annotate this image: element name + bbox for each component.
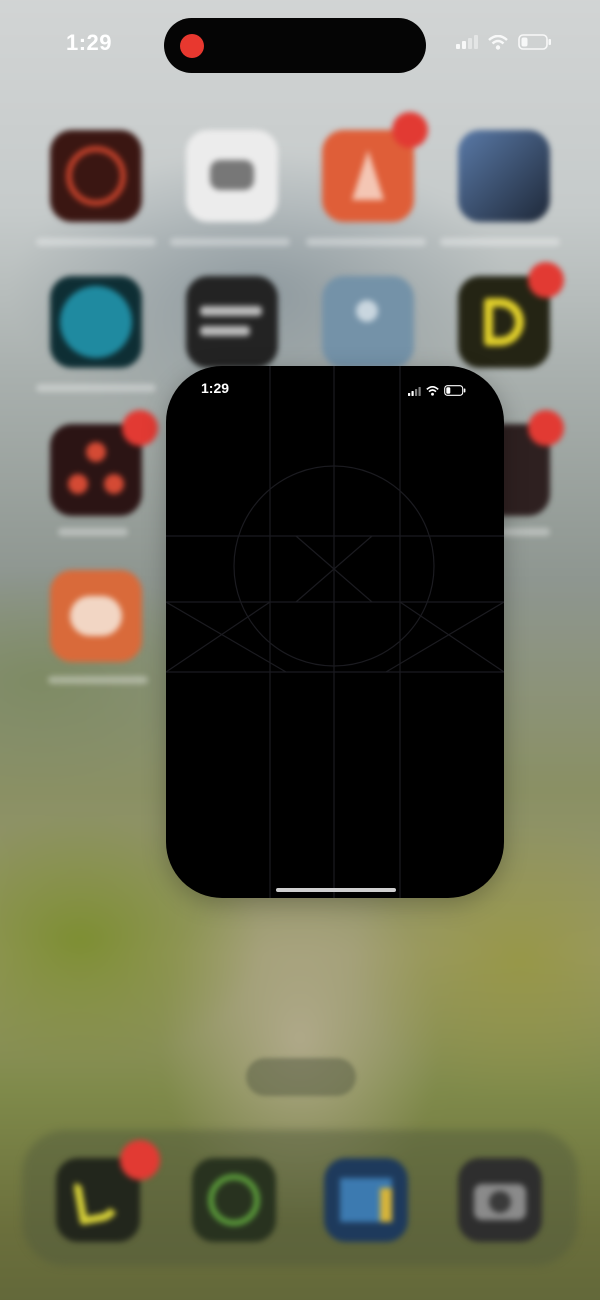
files-app-icon[interactable]: [324, 1158, 408, 1242]
pip-status-icons: [408, 383, 466, 401]
cellular-signal-icon: [408, 383, 421, 401]
notification-badge: [120, 1140, 160, 1180]
pip-status-time: 1:29: [201, 380, 230, 396]
pip-home-indicator: [276, 888, 396, 892]
picture-in-picture-window[interactable]: 1:29: [166, 366, 504, 898]
camera-app-icon[interactable]: [458, 1158, 542, 1242]
ios-home-screen: 1:29 1:29: [0, 0, 600, 1300]
pip-background-pattern: [166, 366, 504, 898]
battery-icon: [444, 383, 466, 401]
whatsapp-app-icon[interactable]: [192, 1158, 276, 1242]
wifi-icon: [426, 383, 439, 401]
